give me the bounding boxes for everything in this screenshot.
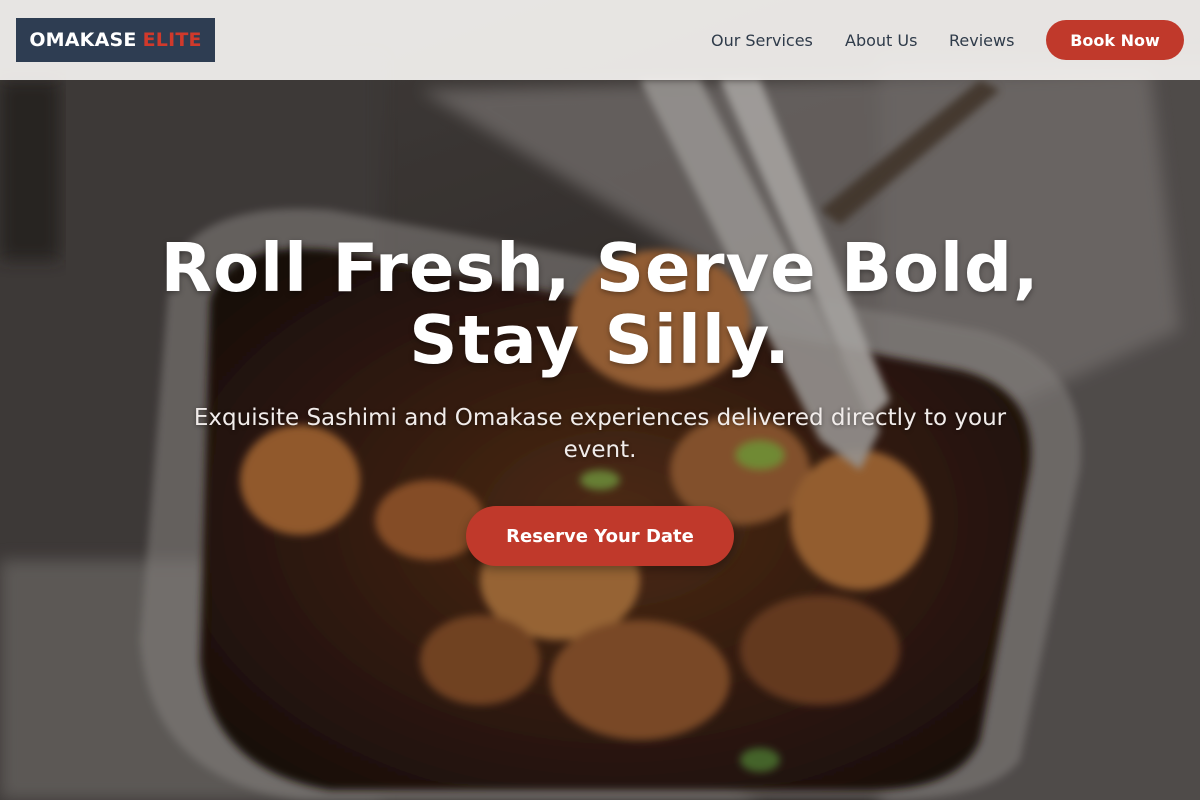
brand-name-accent: ELITE xyxy=(142,29,202,51)
nav-link-our-services[interactable]: Our Services xyxy=(711,31,813,50)
reserve-date-button[interactable]: Reserve Your Date xyxy=(466,506,734,566)
nav-link-about-us[interactable]: About Us xyxy=(845,31,917,50)
brand-name-primary: OMAKASE xyxy=(29,29,137,51)
site-header: OMAKASE ELITE Our Services About Us Revi… xyxy=(0,0,1200,80)
hero-background-image xyxy=(0,0,1200,800)
hero-dark-overlay xyxy=(0,0,1200,800)
nav-link-reviews[interactable]: Reviews xyxy=(949,31,1014,50)
hero-subheadline: Exquisite Sashimi and Omakase experience… xyxy=(193,405,1007,463)
brand-logo[interactable]: OMAKASE ELITE xyxy=(16,18,215,62)
hero-headline: Roll Fresh, Serve Bold, Stay Silly. xyxy=(160,229,1040,379)
book-now-button[interactable]: Book Now xyxy=(1046,20,1184,60)
